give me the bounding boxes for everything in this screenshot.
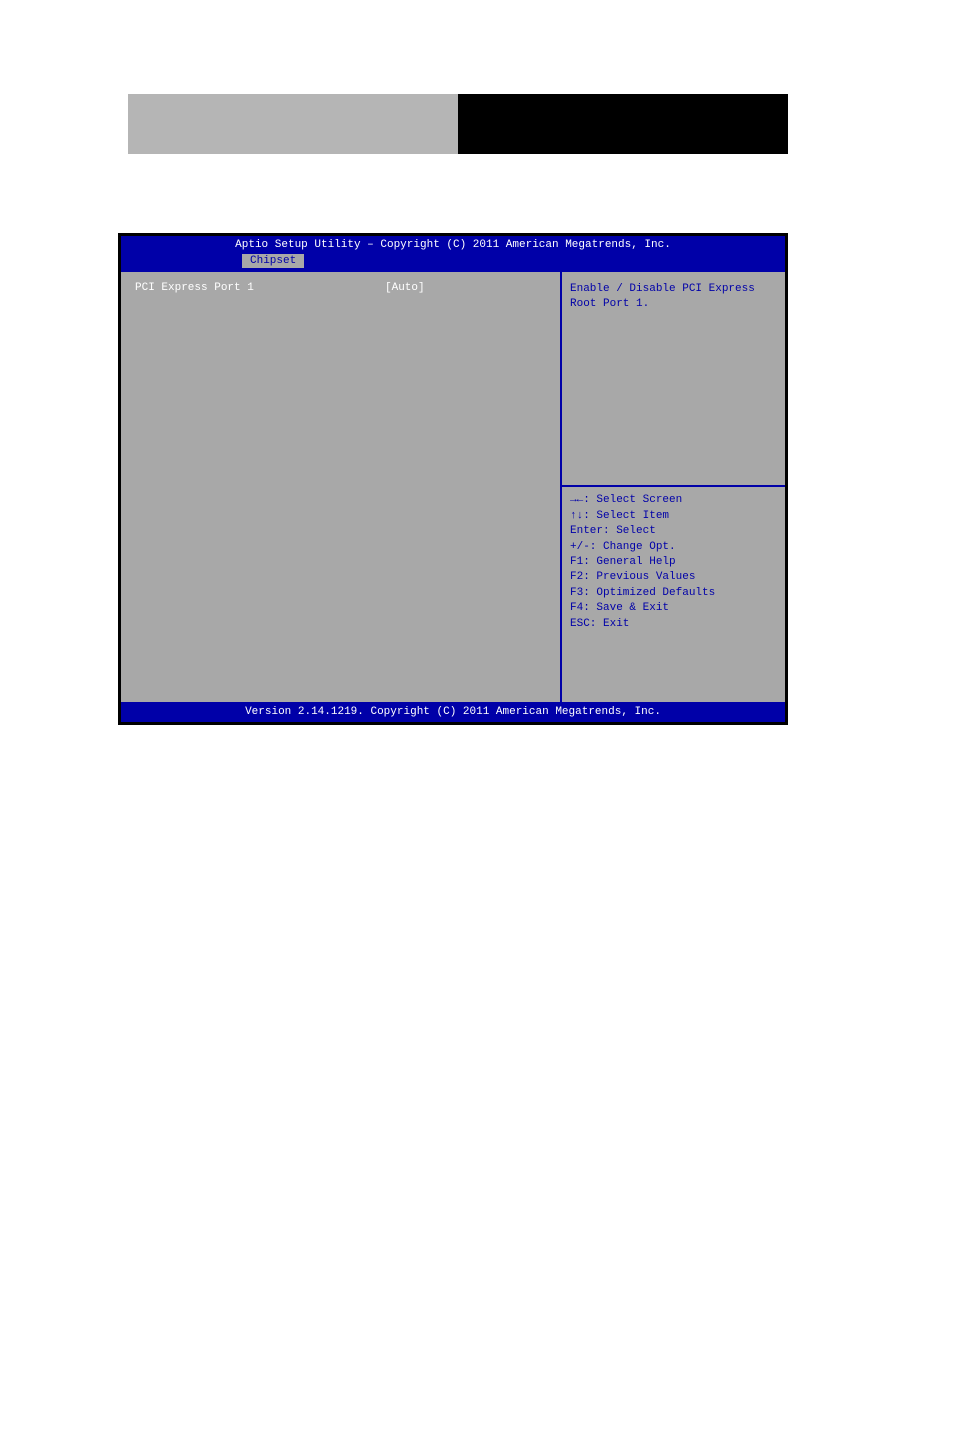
bios-body: PCI Express Port 1 [Auto] Enable / Disab… [121,272,785,702]
header-gray-section [128,94,458,154]
hint-f1: F1: General Help [570,555,777,570]
header-black-section [458,94,788,154]
help-line-2: Root Port 1. [570,297,777,312]
hint-change: +/-: Change Opt. [570,540,777,555]
help-line-1: Enable / Disable PCI Express [570,282,777,297]
help-hints-section: →←: Select Screen ↑↓: Select Item Enter:… [570,479,777,692]
setting-label: PCI Express Port 1 [135,282,385,294]
hint-f2: F2: Previous Values [570,570,777,585]
hint-bottom-spacer [570,632,777,692]
key-hints: →←: Select Screen ↑↓: Select Item Enter:… [570,493,777,632]
hint-f4: F4: Save & Exit [570,601,777,616]
bios-footer: Version 2.14.1219. Copyright (C) 2011 Am… [121,702,785,722]
setting-value: [Auto] [385,282,425,294]
hint-enter: Enter: Select [570,524,777,539]
hint-f3: F3: Optimized Defaults [570,586,777,601]
bios-title: Aptio Setup Utility – Copyright (C) 2011… [121,236,785,251]
help-description: Enable / Disable PCI Express Root Port 1… [570,282,777,313]
setting-pci-express-port-1[interactable]: PCI Express Port 1 [Auto] [135,282,546,294]
hint-select-screen: →←: Select Screen [570,493,777,508]
bios-settings-panel: PCI Express Port 1 [Auto] [121,272,560,702]
tab-spacer [121,253,241,269]
tab-chipset[interactable]: Chipset [241,253,305,269]
bios-help-panel: Enable / Disable PCI Express Root Port 1… [560,272,785,702]
help-divider [562,485,785,487]
hint-select-item: ↑↓: Select Item [570,509,777,524]
bios-screenshot: Aptio Setup Utility – Copyright (C) 2011… [118,233,788,725]
page-header-bar [128,94,788,154]
hint-esc: ESC: Exit [570,617,777,632]
bios-tab-bar: Chipset [121,251,785,272]
